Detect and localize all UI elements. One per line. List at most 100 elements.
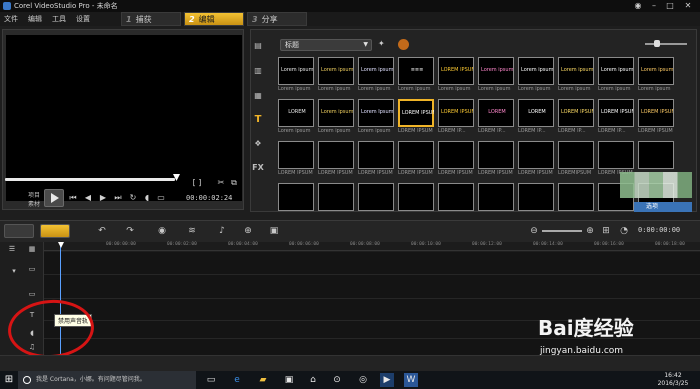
title-thumbnail[interactable]: LOREMIPSUM	[558, 141, 594, 178]
title-thumbnail[interactable]: Lorem ipsum Lorem ipsum	[558, 57, 594, 94]
title-thumbnail[interactable]: Lorem ipsum Lorem ipsum	[278, 57, 314, 94]
thumb-size-slider[interactable]	[645, 43, 687, 45]
menu-edit[interactable]: 编辑	[28, 12, 42, 26]
media-icon[interactable]: ▤	[252, 40, 264, 52]
title-thumbnail[interactable]: LOREM IPSUM	[478, 141, 514, 178]
volume-icon[interactable]: ◖	[142, 193, 152, 203]
title-thumbnail[interactable]: LOREM IPSUM	[318, 141, 354, 178]
player-timecode[interactable]: 00:00:02:24	[186, 194, 232, 202]
title-thumbnail[interactable]: LOREM LOREM IP...	[478, 99, 514, 136]
prev-frame-icon[interactable]: ◀	[83, 193, 93, 203]
play-button[interactable]	[44, 189, 64, 207]
storyboard-view-button[interactable]	[4, 224, 34, 238]
ripple-editing-icon[interactable]: ▾	[8, 266, 20, 276]
title-thumbnail[interactable]: Lorem ipsum Lorem ipsum	[318, 57, 354, 94]
title-thumbnail[interactable]: LOREM IPSUM	[398, 141, 434, 178]
title-thumbnail[interactable]: ≡≡≡ Lorem ipsum	[398, 57, 434, 94]
undo-icon[interactable]: ↶	[96, 225, 108, 237]
file-explorer-icon[interactable]: ▰	[256, 373, 270, 387]
hp-icon[interactable]: ⊙	[330, 373, 344, 387]
timeline-timecode[interactable]: 0:00:00:00	[638, 226, 680, 234]
sound-mixer-icon[interactable]: ≋	[186, 225, 198, 237]
title-thumbnail[interactable]: LOREM IPSUM LOREM IP...	[438, 99, 474, 136]
close-button[interactable]: ✕	[682, 1, 694, 11]
title-thumbnail[interactable]: LOREM LOREM IP...	[518, 99, 554, 136]
timeline-view-button[interactable]	[40, 224, 70, 238]
edge-icon[interactable]: e	[230, 373, 244, 387]
fit-project-icon[interactable]: ⊞	[600, 225, 612, 237]
chrome-icon[interactable]: ◎	[356, 373, 370, 387]
title-thumbnail[interactable]	[318, 183, 354, 220]
title-thumbnail[interactable]: LOREM IPSUM	[278, 141, 314, 178]
record-capture-icon[interactable]: ◉	[156, 225, 168, 237]
title-thumbnail[interactable]: Lorem ipsum Lorem ipsum	[518, 57, 554, 94]
filter-fx-icon[interactable]: FX	[252, 162, 264, 174]
favorites-icon[interactable]: ✦	[378, 39, 390, 51]
menu-file[interactable]: 文件	[4, 12, 18, 26]
video-track-icon[interactable]: ▭	[26, 264, 38, 274]
step-tab-capture[interactable]: 1 捕获	[121, 12, 181, 26]
zoom-in-icon[interactable]: ⊕	[584, 225, 596, 237]
overlay-track-icon[interactable]: ▭	[26, 289, 38, 299]
go-start-icon[interactable]: ⏮	[68, 193, 78, 203]
graphic-icon[interactable]: ❖	[252, 138, 264, 150]
store-icon[interactable]: ▣	[282, 373, 296, 387]
cortana-search-box[interactable]: 我是 Cortana，小娜。有问题尽管问我。	[18, 371, 196, 389]
windows-start-icon[interactable]: ⊞	[2, 373, 16, 387]
title-thumbnail[interactable]	[558, 183, 594, 220]
title-thumbnail[interactable]: Lorem ipsum Lorem ipsum	[318, 99, 354, 136]
title-thumbnail[interactable]: LOREM Lorem ipsum	[278, 99, 314, 136]
videostudio-taskbar-icon[interactable]: ▶	[380, 373, 394, 387]
menu-tools[interactable]: 工具	[52, 12, 66, 26]
hd-icon[interactable]: ▭	[156, 193, 166, 203]
mark-in-out[interactable]: [ ]	[186, 178, 208, 188]
redo-icon[interactable]: ↷	[124, 225, 136, 237]
enlarge-icon[interactable]: ⧉	[229, 178, 239, 188]
title-thumbnail[interactable]	[398, 183, 434, 220]
split-icon[interactable]: ✂	[216, 178, 226, 188]
thumb-size-handle[interactable]	[654, 40, 660, 47]
go-end-icon[interactable]: ⏭	[113, 193, 123, 203]
title-thumbnail[interactable]: LOREM IPSUM LOREM IP...	[558, 99, 594, 136]
instant-project-icon[interactable]: ▥	[252, 65, 264, 77]
menu-settings[interactable]: 设置	[76, 12, 90, 26]
title-thumbnail[interactable]	[478, 183, 514, 220]
title-thumbnail[interactable]: Lorem ipsum Lorem ipsum	[638, 57, 674, 94]
title-thumbnail[interactable]: Lorem ipsum Lorem ipsum	[478, 57, 514, 94]
clock-icon[interactable]: ◔	[618, 225, 630, 237]
scrub-bar[interactable]	[5, 178, 175, 181]
home-icon[interactable]: ⌂	[306, 373, 320, 387]
next-frame-icon[interactable]: ▶	[98, 193, 108, 203]
motion-tracking-icon[interactable]: ⊕	[242, 225, 254, 237]
title-thumbnail[interactable]: Lorem Ipsum Lorem ipsum	[358, 99, 394, 136]
title-thumbnail[interactable]: LOREM IPSUM LOREM IPSUM	[638, 99, 674, 136]
title-thumbnail[interactable]: LOREM IPSUM Lorem ipsum	[438, 57, 474, 94]
timeline-ruler[interactable]: 00:00:00:00 00:00:02:00 00:00:04:00 00:00:0…	[44, 242, 700, 251]
title-thumbnail[interactable]	[278, 183, 314, 220]
title-thumbnail[interactable]: LOREM IPSUM	[358, 141, 394, 178]
category-dropdown[interactable]: 标题 ▼	[280, 39, 372, 51]
zoom-slider[interactable]	[542, 230, 582, 232]
options-button[interactable]: 选项	[634, 202, 692, 212]
transition-icon[interactable]: ▦	[252, 90, 264, 102]
task-view-icon[interactable]: ▭	[204, 373, 218, 387]
help-icon[interactable]: ◉	[632, 1, 644, 11]
clip-mode-label[interactable]: 素材	[28, 199, 40, 208]
title-thumbnail[interactable]	[518, 183, 554, 220]
title-icon[interactable]: T	[252, 114, 264, 126]
get-more-icon[interactable]	[398, 39, 409, 50]
title-thumbnail[interactable]: LOREM IPSUM LOREM IP...	[598, 99, 634, 136]
title-thumbnail[interactable]: LOREM IPSUM LOREM IPSUM	[398, 99, 434, 136]
title-thumbnail[interactable]	[438, 183, 474, 220]
add-chapter-icon[interactable]: ▦	[26, 244, 38, 254]
maximize-button[interactable]: □	[664, 1, 676, 11]
subtitle-icon[interactable]: ▣	[268, 225, 280, 237]
title-thumbnail[interactable]: LOREM IPSUM	[518, 141, 554, 178]
title-thumbnail[interactable]: Lorem ipsum Lorem ipsum	[598, 57, 634, 94]
title-thumbnail[interactable]: LOREM IPSUM	[438, 141, 474, 178]
system-clock[interactable]: 16:42 2016/3/25	[650, 372, 696, 388]
auto-music-icon[interactable]: ♪	[216, 225, 228, 237]
step-tab-edit[interactable]: 2 编辑	[184, 12, 244, 26]
title-thumbnail[interactable]	[358, 183, 394, 220]
track-manager-icon[interactable]: ☰	[6, 244, 18, 254]
